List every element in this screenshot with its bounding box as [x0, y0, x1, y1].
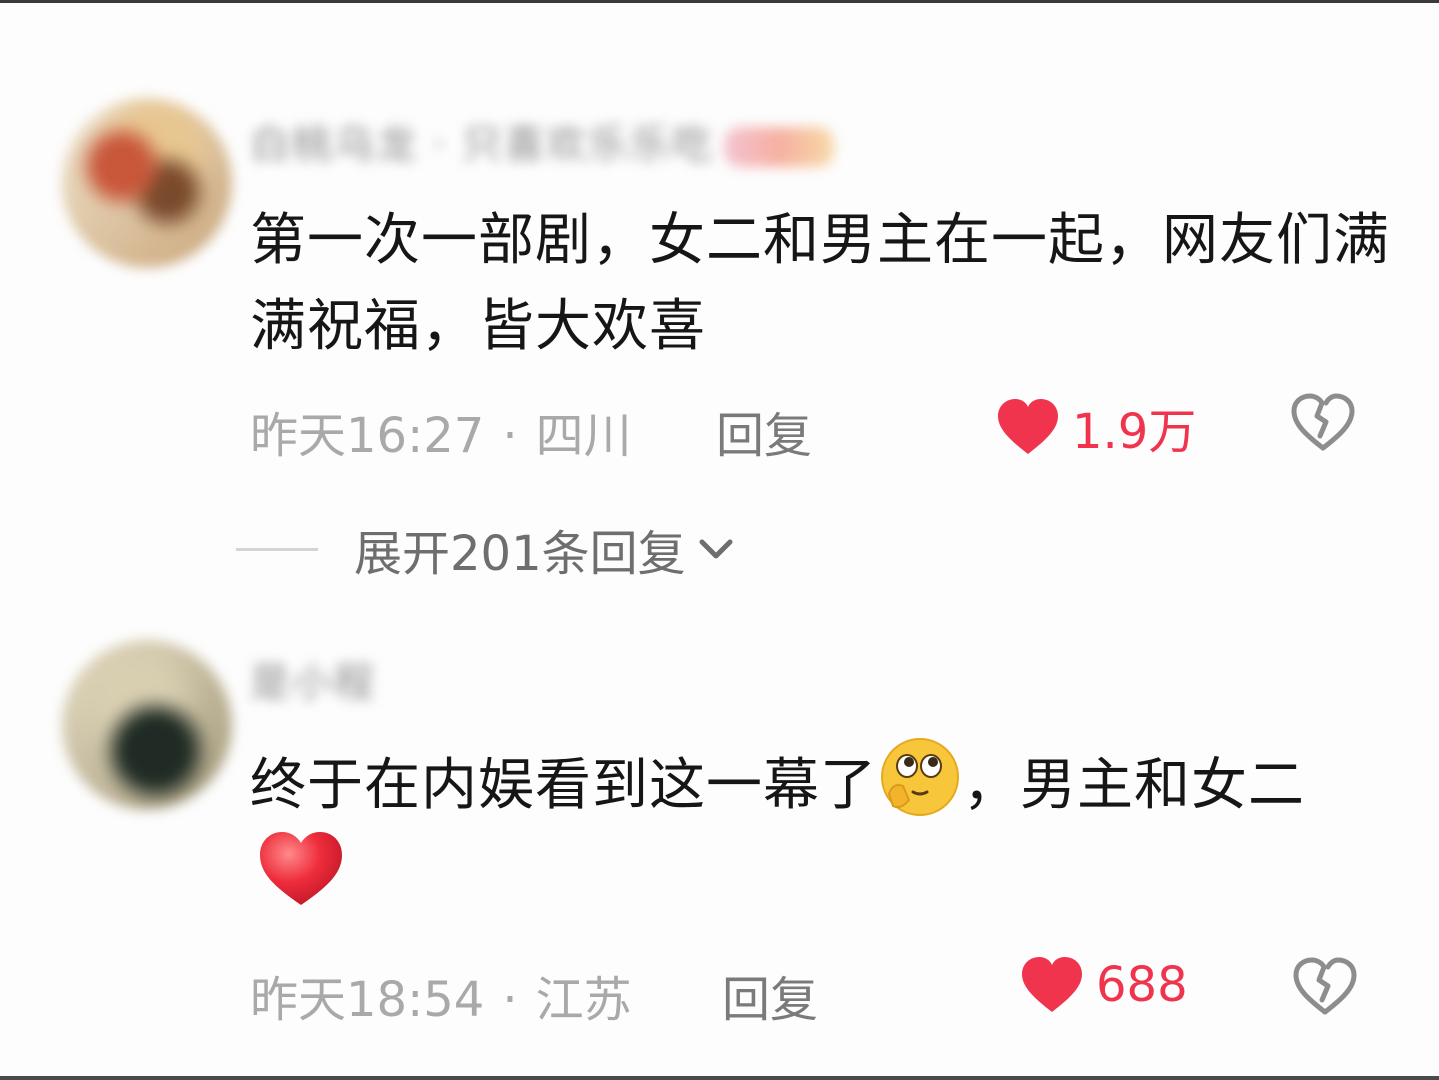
- broken-heart-icon: [1293, 957, 1357, 1015]
- red-heart-emoji: [260, 832, 342, 905]
- like-button[interactable]: 1.9万: [996, 392, 1196, 462]
- meta-separator: ·: [502, 408, 518, 464]
- bottom-border: [0, 1076, 1439, 1080]
- expand-divider: [236, 547, 318, 551]
- dislike-button[interactable]: [1292, 956, 1358, 1020]
- username[interactable]: 白桃乌龙 · 只喜欢乐乐吃: [250, 112, 835, 170]
- comment-text-part: 终于在内娱看到这一幕了: [250, 753, 877, 818]
- chevron-down-icon: [699, 539, 733, 559]
- comment-list: 白桃乌龙 · 只喜欢乐乐吃 第一次一部剧，女二和男主在一起，网友们满满祝福，皆大…: [0, 0, 1439, 1080]
- thinking-face-emoji: [881, 738, 959, 816]
- like-count: 688: [1096, 957, 1188, 1013]
- meta-separator: ·: [502, 972, 518, 1028]
- comment-text: 终于在内娱看到这一幕了 ，男主和女二: [250, 736, 1400, 922]
- heart-icon: [1022, 957, 1082, 1012]
- expand-replies-label: 展开201条回复: [354, 526, 686, 582]
- comment-text: 第一次一部剧，女二和男主在一起，网友们满满祝福，皆大欢喜: [250, 208, 1390, 359]
- username-emoji-decoration: [724, 127, 835, 167]
- comment-time: 昨天16:27: [250, 408, 485, 464]
- comment-meta: 昨天16:27 · 四川: [250, 396, 632, 466]
- like-count: 1.9万: [1072, 404, 1197, 460]
- heart-icon: [998, 399, 1058, 454]
- comment-text-part: ，男主和女二: [963, 753, 1305, 818]
- dislike-button[interactable]: [1290, 392, 1356, 456]
- reply-button[interactable]: 回复: [716, 396, 812, 466]
- comment-meta: 昨天18:54 · 江苏: [250, 960, 632, 1030]
- expand-replies-button[interactable]: 展开201条回复: [236, 514, 734, 584]
- avatar[interactable]: [62, 98, 232, 268]
- comment-time: 昨天18:54: [250, 972, 485, 1028]
- avatar[interactable]: [62, 640, 232, 810]
- top-border: [0, 0, 1439, 3]
- broken-heart-icon: [1291, 393, 1355, 451]
- comment-location: 江苏: [535, 972, 632, 1028]
- username[interactable]: 是小程: [250, 650, 376, 708]
- like-button[interactable]: 688: [1020, 956, 1188, 1014]
- comment-location: 四川: [535, 408, 632, 464]
- reply-button[interactable]: 回复: [722, 960, 818, 1030]
